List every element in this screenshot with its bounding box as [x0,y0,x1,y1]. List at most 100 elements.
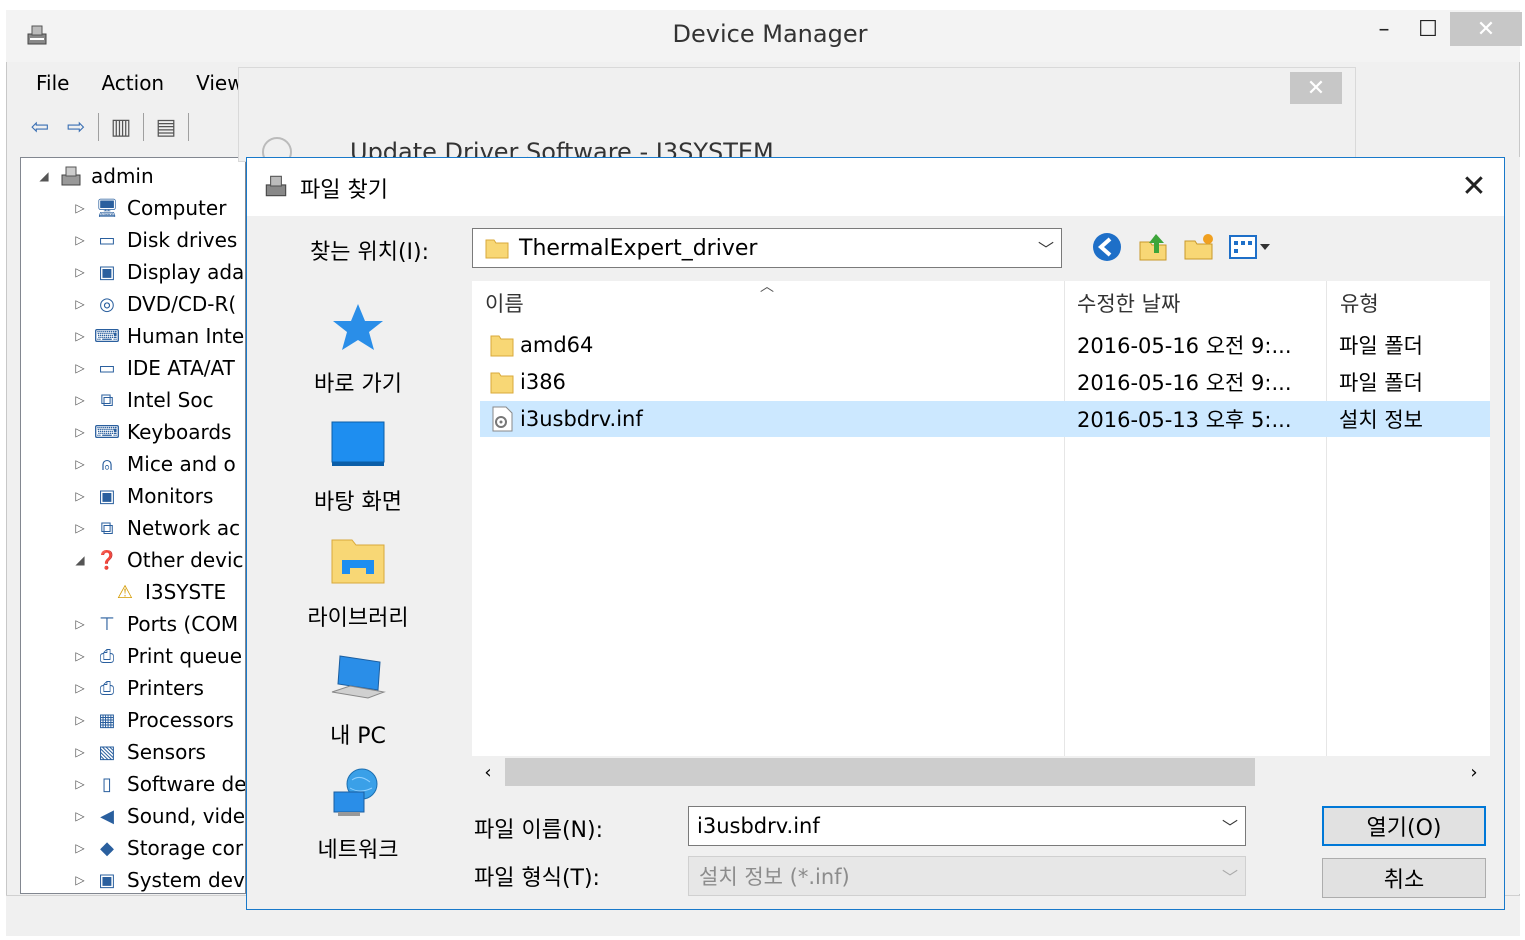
column-header-name[interactable]: 이름 [485,288,524,318]
menu-action[interactable]: Action [85,71,180,95]
properties-icon[interactable]: ▤ [152,114,180,140]
this-pc-icon [331,655,386,699]
expand-icon[interactable]: ▷ [71,393,89,407]
expand-icon[interactable]: ▷ [71,841,89,855]
column-header-type[interactable]: 유형 [1340,288,1379,318]
tree-item[interactable]: ▷ ⎙ Printers [71,672,204,704]
tree-item[interactable]: ▷ ⧉ Intel Soc [71,384,213,416]
tree-item[interactable]: ▷ ▧ Sensors [71,736,206,768]
forward-arrow-icon[interactable]: ⇨ [62,114,90,140]
expand-icon[interactable]: ▷ [71,329,89,343]
processor-icon: ▦ [98,709,116,731]
expand-icon[interactable]: ▷ [71,297,89,311]
file-row-i3usbdrv[interactable]: i3usbdrv.inf 2016-05-13 오후 5:... 설치 정보 [480,401,1490,437]
place-this-pc[interactable]: 내 PC [288,652,428,750]
file-date: 2016-05-13 오후 5:... [1077,408,1292,432]
file-name: i386 [520,370,566,394]
expand-icon[interactable]: ▷ [71,777,89,791]
file-type-dropdown[interactable]: 설치 정보 (*.inf) ﹀ [688,856,1246,896]
chevron-down-icon: ﹀ [1221,868,1238,887]
expand-icon[interactable]: ▷ [71,233,89,247]
new-folder-icon[interactable] [1182,230,1216,264]
tree-root-admin[interactable]: ◢ admin [35,160,154,192]
expand-icon[interactable]: ▷ [71,521,89,535]
dialog-close-button[interactable]: ✕ [1452,166,1496,206]
show-hide-console-tree-icon[interactable]: ▥ [107,114,135,140]
tree-item[interactable]: ▷ ⊤ Ports (COM [71,608,238,640]
maximize-button[interactable]: ☐ [1404,12,1452,46]
close-button[interactable]: ✕ [1450,12,1522,46]
scroll-left-icon[interactable]: ‹ [476,758,500,786]
place-desktop[interactable]: 바탕 화면 [288,418,428,516]
tree-item[interactable]: ▷ ▣ Display ada [71,256,244,288]
expand-icon[interactable]: ▷ [71,649,89,663]
folder-icon [490,372,514,394]
look-in-dropdown[interactable]: ThermalExpert_driver ﹀ [472,228,1062,268]
menu-file[interactable]: File [20,71,85,95]
up-folder-icon[interactable] [1136,230,1170,264]
tree-item[interactable]: ▷ ◆ Storage cor [71,832,243,864]
expand-icon[interactable]: ▷ [71,489,89,503]
file-name-input[interactable] [689,813,1215,839]
back-arrow-icon[interactable]: ⇦ [26,114,54,140]
file-type: 파일 폴더 [1339,371,1423,395]
tree-item[interactable]: ▷ ▯ Software de [71,768,245,800]
back-icon[interactable] [1090,230,1124,264]
tree-item-label: System dev [127,868,245,892]
tree-item[interactable]: ▷ ⌨ Human Inte [71,320,244,352]
expand-icon[interactable]: ▷ [71,425,89,439]
update-driver-close-button[interactable]: ✕ [1290,72,1342,104]
minimize-button[interactable]: – [1360,12,1408,46]
place-libraries[interactable]: 라이브러리 [288,534,428,632]
tree-item[interactable]: ▷ ▭ IDE ATA/AT [71,352,234,384]
tree-item[interactable]: ▷ ◀ Sound, vide [71,800,245,832]
tree-item[interactable]: ▷ ⎙ Print queue [71,640,242,672]
place-network[interactable]: 네트워크 [288,766,428,864]
port-icon: ⊤ [99,613,115,635]
tree-item[interactable]: ▷ ▣ Monitors [71,480,213,512]
expand-icon[interactable]: ▷ [71,745,89,759]
file-type: 파일 폴더 [1339,334,1423,358]
expand-icon[interactable]: ▷ [71,809,89,823]
chevron-down-icon[interactable]: ﹀ [1215,814,1245,838]
expand-icon[interactable]: ▷ [71,681,89,695]
file-row-amd64[interactable]: amd64 2016-05-16 오전 9:... 파일 폴더 [480,327,1490,363]
close-icon: ✕ [1461,168,1487,204]
file-name-combo[interactable]: ﹀ [688,806,1246,846]
tree-item[interactable]: ▷ ▦ Processors [71,704,233,736]
expand-icon[interactable]: ▷ [71,617,89,631]
tree-item[interactable]: ▷ 🖥 Computer [71,192,226,224]
tree-item[interactable]: ▷ ⧉ Network ac [71,512,240,544]
place-label: 바로 가기 [314,372,402,397]
place-label: 네트워크 [317,838,399,863]
tree-root-label: admin [91,164,154,188]
file-type-value: 설치 정보 (*.inf) [699,865,850,889]
tree-item[interactable]: ▷ ▭ Disk drives [71,224,237,256]
chevron-down-icon[interactable]: ﹀ [1031,236,1061,260]
tree-item[interactable]: ◢ ❓ Other devic [71,544,243,576]
cancel-button[interactable]: 취소 [1322,858,1486,898]
collapse-icon[interactable]: ◢ [35,169,53,183]
tree-item[interactable]: ▷ ⌨ Keyboards [71,416,231,448]
tree-item[interactable]: ▷ ◎ DVD/CD-R( [71,288,236,320]
scroll-right-icon[interactable]: › [1462,758,1486,786]
expand-icon[interactable]: ▷ [71,361,89,375]
close-icon: ✕ [1476,16,1496,42]
view-menu-icon[interactable] [1228,230,1272,264]
device-tree[interactable]: ◢ admin ▷ 🖥 Computer ▷ ▭ Disk drives ▷ ▣ Display… [20,157,246,894]
expand-icon[interactable]: ▷ [71,265,89,279]
tree-item[interactable]: ⚠ I3SYSTE [107,576,226,608]
collapse-icon[interactable]: ◢ [71,553,89,567]
expand-icon[interactable]: ▷ [71,201,89,215]
scrollbar-thumb[interactable] [505,758,1255,786]
expand-icon[interactable]: ▷ [71,713,89,727]
look-in-value: ThermalExpert_driver [519,235,758,261]
file-row-i386[interactable]: i386 2016-05-16 오전 9:... 파일 폴더 [480,364,1490,400]
tree-item[interactable]: ▷ ⍝ Mice and o [71,448,235,480]
tree-item[interactable]: ▷ ▣ System dev [71,864,245,893]
place-quick-access[interactable]: 바로 가기 [288,300,428,398]
expand-icon[interactable]: ▷ [71,873,89,887]
column-header-date[interactable]: 수정한 날짜 [1077,288,1180,318]
expand-icon[interactable]: ▷ [71,457,89,471]
open-button[interactable]: 열기(O) [1322,806,1486,846]
